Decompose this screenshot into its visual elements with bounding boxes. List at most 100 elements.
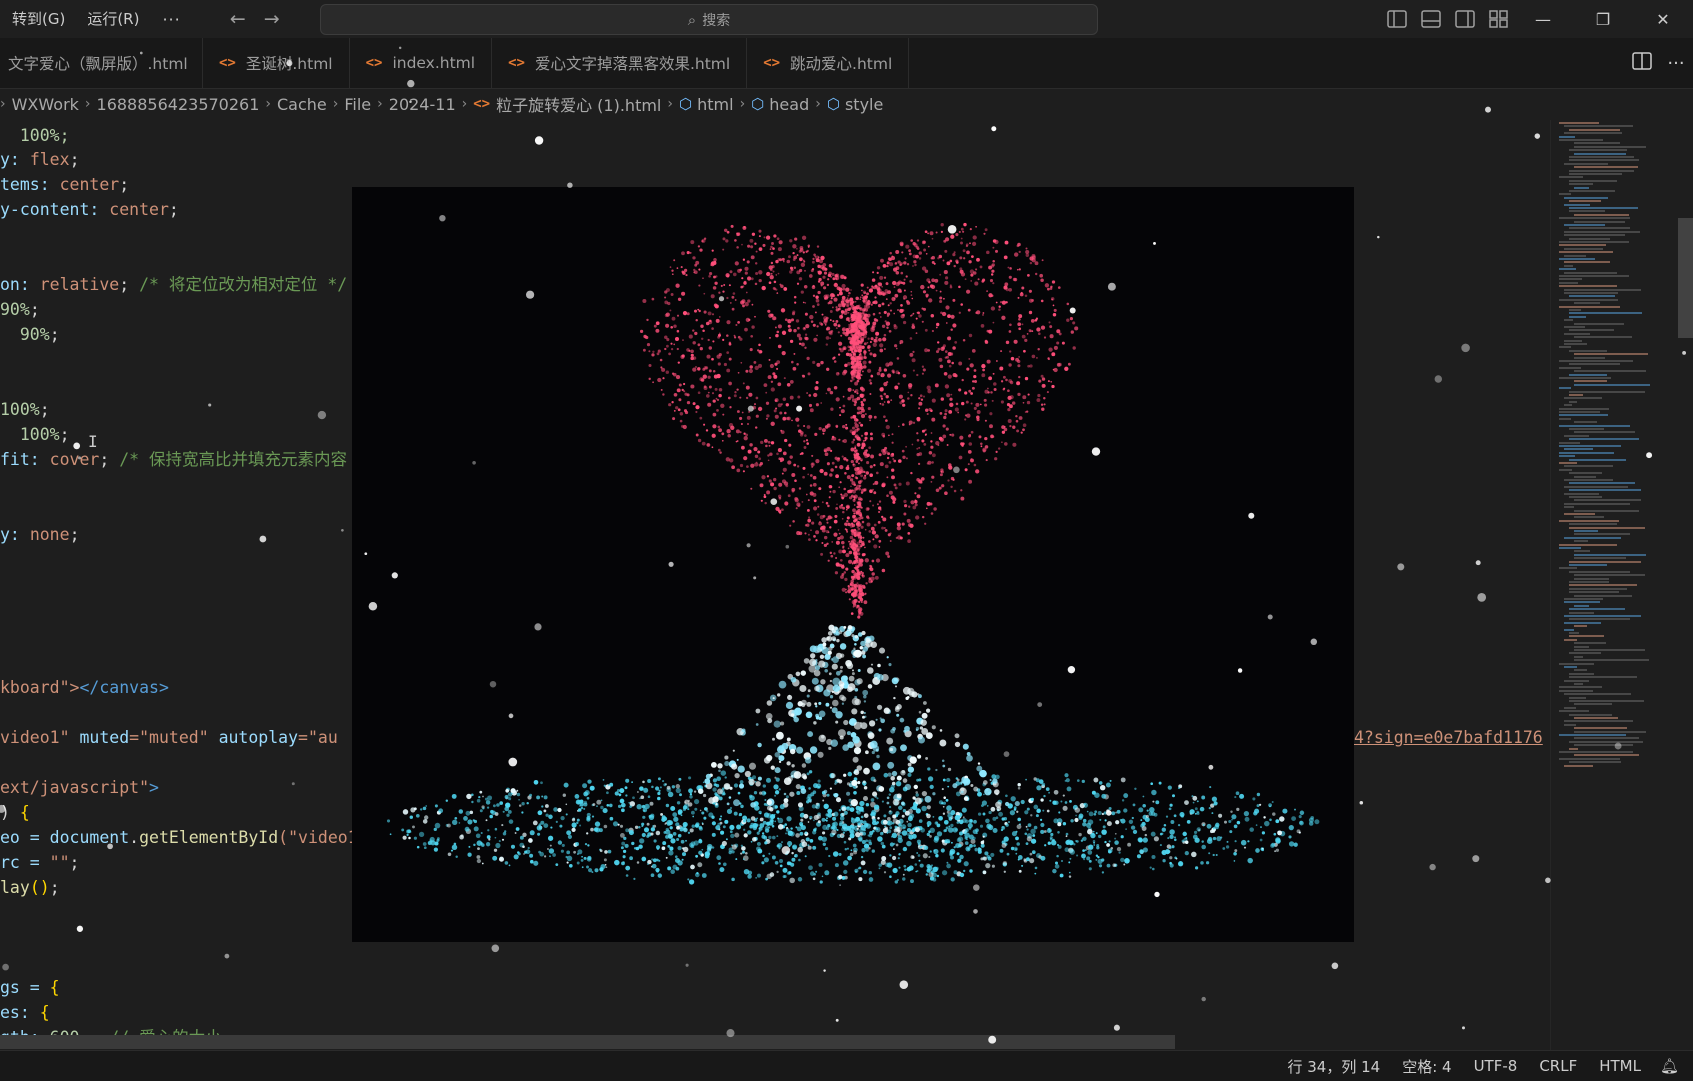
- customize-layout-icon[interactable]: [1482, 0, 1516, 38]
- minimap-line: [1559, 387, 1572, 390]
- tab-text-heart[interactable]: 文字爱心（飘屏版）.html: [0, 38, 203, 88]
- heart-particle: [887, 290, 892, 295]
- heart-particle: [1022, 401, 1025, 404]
- minimap-line: [1559, 710, 1590, 713]
- heart-particle: [800, 262, 806, 267]
- galaxy-particle: [823, 789, 828, 794]
- galaxy-particle: [905, 696, 909, 701]
- heart-particle: [1022, 395, 1027, 400]
- editor-more-actions-button[interactable]: ···: [1659, 53, 1693, 74]
- heart-particle: [1051, 280, 1056, 284]
- breadcrumb-folder-id[interactable]: 1688856423570261: [97, 95, 260, 114]
- minimap-line: [1564, 343, 1587, 345]
- heart-particle: [778, 482, 783, 487]
- heart-particle: [851, 440, 855, 444]
- galaxy-particle: [936, 823, 941, 828]
- heart-particle: [983, 232, 986, 235]
- code-line: y-content: center;: [0, 200, 179, 219]
- galaxy-particle: [655, 786, 660, 791]
- galaxy-particle: [832, 684, 841, 692]
- heart-particle: [984, 339, 988, 343]
- galaxy-particle: [838, 779, 843, 784]
- heart-particle: [814, 432, 818, 436]
- heart-particle: [910, 314, 912, 317]
- galaxy-particle: [1036, 785, 1042, 791]
- heart-particle: [888, 361, 894, 366]
- close-icon[interactable]: ✕: [1633, 0, 1693, 38]
- galaxy-particle: [675, 822, 680, 827]
- galaxy-particle: [492, 855, 498, 861]
- toggle-secondary-sidebar-icon[interactable]: [1448, 0, 1482, 38]
- galaxy-particle: [1021, 864, 1024, 867]
- minimap-line: [1569, 237, 1610, 240]
- minimize-icon[interactable]: —: [1513, 0, 1573, 38]
- minimap-line: [1569, 740, 1644, 743]
- minimap-line: [1564, 615, 1641, 617]
- code-link[interactable]: 4?sign=e0e7bafd1176: [1354, 725, 1543, 750]
- galaxy-particle: [923, 845, 929, 851]
- toggle-panel-icon[interactable]: [1414, 0, 1448, 38]
- minimap[interactable]: [1550, 120, 1679, 1050]
- tab-index[interactable]: <> index.html: [349, 38, 493, 88]
- heart-particle: [867, 313, 871, 318]
- heart-particle: [707, 402, 712, 407]
- galaxy-particle: [526, 801, 529, 805]
- heart-particle: [856, 411, 860, 415]
- breadcrumb-symbol-head[interactable]: head: [769, 95, 809, 114]
- galaxy-particle: [646, 834, 650, 838]
- heart-particle: [930, 445, 934, 449]
- breadcrumb-folder-date[interactable]: 2024-11: [389, 95, 456, 114]
- heart-particle: [746, 415, 751, 420]
- back-arrow-icon[interactable]: ←: [221, 8, 255, 30]
- breadcrumb-symbol-html[interactable]: html: [697, 95, 733, 114]
- heart-particle: [1000, 400, 1004, 404]
- heart-particle: [978, 435, 982, 439]
- breadcrumb-symbol-style[interactable]: style: [845, 95, 883, 114]
- heart-particle: [693, 268, 696, 272]
- galaxy-particle: [835, 670, 841, 676]
- restore-icon[interactable]: ❐: [1573, 0, 1633, 38]
- galaxy-particle: [1015, 852, 1018, 855]
- heart-particle: [946, 261, 951, 266]
- galaxy-particle: [768, 835, 772, 840]
- heart-particle: [757, 406, 763, 412]
- heart-particle: [671, 316, 676, 321]
- heart-particle: [1009, 267, 1012, 270]
- heart-particle: [803, 327, 806, 330]
- breadcrumb-folder-file[interactable]: File: [344, 95, 371, 114]
- breadcrumb-folder-cache[interactable]: Cache: [277, 95, 327, 114]
- tab-heart-text-hacker[interactable]: <> 爱心文字掉落黑客效果.html: [492, 38, 748, 88]
- heart-particle: [872, 321, 877, 326]
- galaxy-particle: [1093, 813, 1097, 816]
- heart-particle: [740, 285, 744, 289]
- heart-particle: [1027, 274, 1030, 277]
- command-center-search[interactable]: ⌕ 搜索: [320, 4, 1098, 35]
- menu-more-button[interactable]: ···: [150, 10, 192, 29]
- menu-run[interactable]: 运行(R): [76, 0, 150, 38]
- breadcrumb-folder-wxwork[interactable]: WXWork: [12, 95, 79, 114]
- galaxy-particle: [1169, 829, 1175, 835]
- heart-particle: [854, 388, 859, 393]
- galaxy-particle: [998, 811, 1004, 817]
- galaxy-particle: [1184, 840, 1189, 844]
- heart-particle: [860, 491, 864, 494]
- heart-particle: [975, 268, 978, 271]
- toggle-primary-sidebar-icon[interactable]: [1380, 0, 1414, 38]
- heart-particle: [912, 421, 916, 424]
- galaxy-particle: [966, 752, 971, 756]
- tab-christmas-tree[interactable]: <> 圣诞树.html: [203, 38, 350, 88]
- horizontal-scrollbar[interactable]: [0, 1035, 1175, 1049]
- heart-particle: [960, 241, 963, 245]
- breadcrumb-file[interactable]: 粒子旋转爱心 (1).html: [496, 92, 661, 116]
- forward-arrow-icon[interactable]: →: [255, 8, 289, 30]
- split-editor-icon[interactable]: [1625, 51, 1659, 75]
- galaxy-particle: [893, 848, 895, 850]
- vertical-scrollbar[interactable]: [1678, 218, 1693, 338]
- heart-particle: [935, 326, 938, 329]
- minimap-line: [1569, 747, 1579, 750]
- tab-beating-heart[interactable]: <> 跳动爱心.html: [747, 38, 910, 88]
- galaxy-particle: [667, 833, 674, 839]
- galaxy-particle: [768, 852, 771, 855]
- heart-particle: [711, 392, 715, 395]
- menu-goto[interactable]: 转到(G): [0, 0, 76, 38]
